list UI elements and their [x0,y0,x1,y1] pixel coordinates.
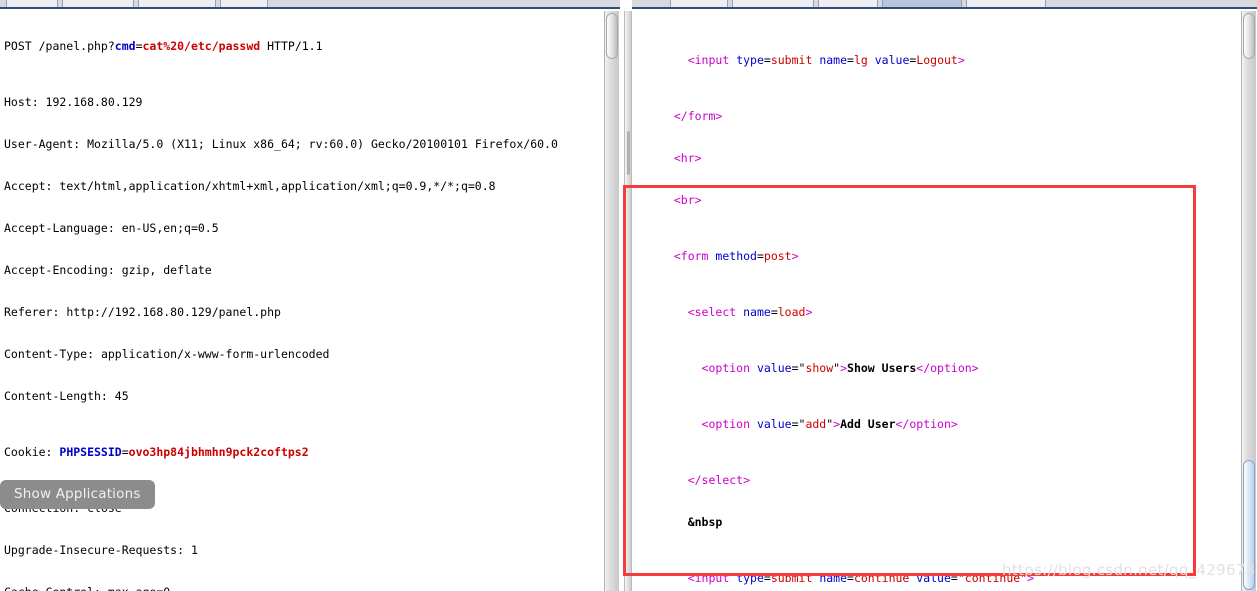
request-tab-strip [0,0,620,9]
header-cookie-name: Cookie: [4,445,60,459]
header-accept-encoding: Accept-Encoding: gzip, deflate [4,263,604,277]
header-accept: Accept: text/html,application/xhtml+xml,… [4,179,604,193]
html-line-form-open: <form method=post> [673,249,799,263]
html-line-hr-1: <hr> [673,151,702,165]
header-content-type: Content-Type: application/x-www-form-url… [4,347,604,361]
html-line-select-close: </select> [687,473,751,487]
watermark-text: https://blog.csdn.net/qq_42967398 [1002,561,1257,579]
request-scroll-thumb[interactable] [606,13,618,59]
tab-hex-right[interactable] [818,0,878,7]
tab-raw-left[interactable] [6,0,58,7]
header-accept-value: text/html,application/xhtml+xml,applicat… [59,179,496,193]
header-accept-encoding-name: Accept-Encoding: [4,263,122,277]
html-line-option-add: <option value="add">Add User</option> [701,417,958,431]
request-vertical-scrollbar[interactable] [604,11,619,591]
cookie-value: ovo3hp84jbhmhn9pck2coftps2 [128,445,309,459]
html-line-form-close-1: </form> [673,109,723,123]
response-html-text[interactable]: <input type=submit name=lg value=Logout>… [660,11,1165,591]
header-content-length-value: 45 [114,389,129,403]
tab-html-right[interactable] [882,0,962,7]
show-applications-tooltip[interactable]: Show Applications [0,480,155,509]
request-param-name: cmd [114,39,136,53]
tab-headers-right[interactable] [732,0,814,7]
header-accept-language-name: Accept-Language: [4,221,122,235]
cookie-key: PHPSESSID [59,445,122,459]
tab-headers-left[interactable] [138,0,216,7]
header-content-length: Content-Length: 45 [4,389,604,403]
tab-render-right[interactable] [966,0,1046,7]
header-accept-language-value: en-US,en;q=0.5 [121,221,219,235]
request-http-version: HTTP/1.1 [260,39,323,53]
header-accept-language: Accept-Language: en-US,en;q=0.5 [4,221,604,235]
tab-hex-left[interactable] [220,0,268,7]
header-content-type-value: application/x-www-form-urlencoded [100,347,330,361]
header-upgrade-insecure-requests: Upgrade-Insecure-Requests: 1 [4,543,604,557]
response-pane[interactable]: <input type=submit name=lg value=Logout>… [632,11,1257,591]
tab-raw-right[interactable] [670,0,728,7]
header-cache-control: Cache-Control: max-age=0 [4,585,604,591]
header-cache-control-name: Cache-Control: [4,585,108,591]
header-host-name: Host: [4,95,46,109]
cookie-equals: = [121,445,129,459]
header-cookie: Cookie: PHPSESSID=ovo3hp84jbhmhn9pck2cof… [4,445,604,459]
header-host-value: 192.168.80.129 [45,95,143,109]
header-upgrade-name: Upgrade-Insecure-Requests: [4,543,191,557]
html-line-input-logout: <input type=submit name=lg value=Logout> [687,53,965,67]
response-scroll-thumb-top[interactable] [1243,13,1255,59]
html-line-select-open: <select name=load> [687,305,813,319]
header-referer-name: Referer: [4,305,67,319]
response-tab-strip [632,0,1257,9]
header-user-agent-name: User-Agent: [4,137,88,151]
request-param-equals: = [135,39,143,53]
request-line: POST /panel.php?cmd=cat%20/etc/passwd HT… [4,39,604,53]
tab-params-left[interactable] [62,0,134,7]
request-method-path: POST /panel.php? [4,39,115,53]
header-content-type-name: Content-Type: [4,347,101,361]
response-vertical-scrollbar[interactable] [1241,11,1256,591]
screenshot-root: POST /panel.php?cmd=cat%20/etc/passwd HT… [0,0,1257,591]
header-content-length-name: Content-Length: [4,389,115,403]
html-line-option-show: <option value="show">Show Users</option> [701,361,979,375]
header-accept-encoding-value: gzip, deflate [121,263,212,277]
header-cache-control-value: max-age=0 [108,585,170,591]
header-user-agent: User-Agent: Mozilla/5.0 (X11; Linux x86_… [4,137,604,151]
header-referer: Referer: http://192.168.80.129/panel.php [4,305,604,319]
html-line-br-1: <br> [673,193,702,207]
header-host: Host: 192.168.80.129 [4,95,604,109]
pane-divider-grip[interactable] [624,11,632,591]
header-accept-name: Accept: [4,179,60,193]
request-param-value: cat%20/etc/passwd [142,39,261,53]
html-line-nbsp: &nbsp [687,515,723,529]
header-referer-value: http://192.168.80.129/panel.php [66,305,281,319]
header-user-agent-value: Mozilla/5.0 (X11; Linux x86_64; rv:60.0)… [87,137,558,151]
pane-divider[interactable] [620,11,632,591]
header-upgrade-value: 1 [190,543,198,557]
